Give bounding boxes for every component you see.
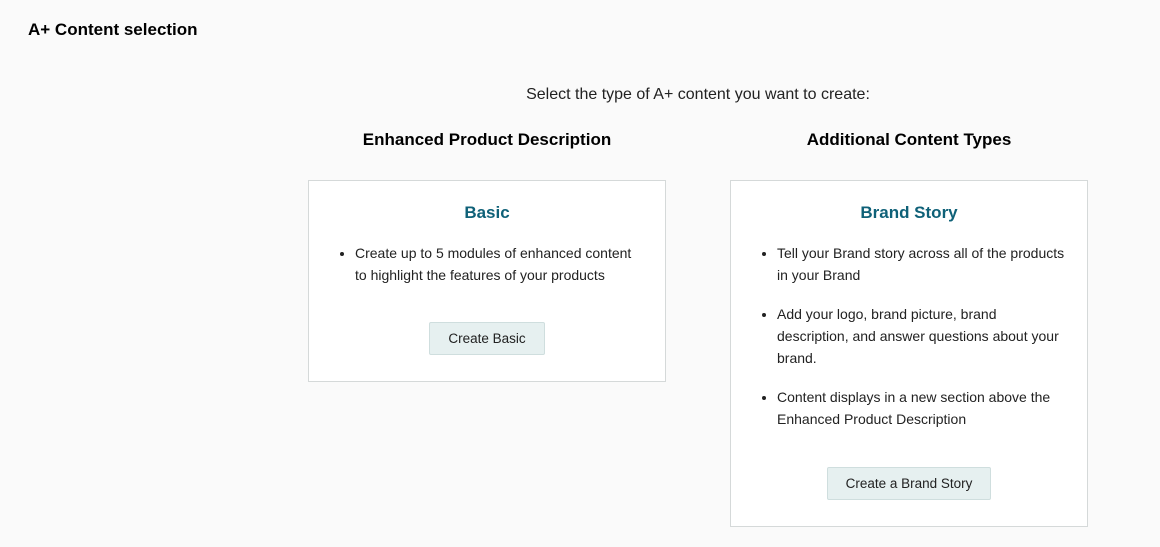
card-basic: Basic Create up to 5 modules of enhanced…: [308, 180, 666, 382]
bullet-list-brand-story: Tell your Brand story across all of the …: [753, 243, 1065, 431]
bullet-list-basic: Create up to 5 modules of enhanced conte…: [331, 243, 643, 286]
card-title-basic: Basic: [331, 203, 643, 223]
page-title: A+ Content selection: [28, 20, 1132, 40]
create-basic-button[interactable]: Create Basic: [429, 322, 544, 355]
create-brand-story-button[interactable]: Create a Brand Story: [827, 467, 992, 500]
column-enhanced-product-description: Enhanced Product Description Basic Creat…: [308, 130, 666, 527]
list-item: Content displays in a new section above …: [777, 387, 1065, 430]
page-subtitle: Select the type of A+ content you want t…: [308, 86, 1088, 104]
list-item: Create up to 5 modules of enhanced conte…: [355, 243, 643, 286]
list-item: Tell your Brand story across all of the …: [777, 243, 1065, 286]
column-additional-content-types: Additional Content Types Brand Story Tel…: [730, 130, 1088, 527]
column-heading-right: Additional Content Types: [730, 130, 1088, 150]
content-columns: Enhanced Product Description Basic Creat…: [308, 130, 1088, 527]
card-brand-story: Brand Story Tell your Brand story across…: [730, 180, 1088, 527]
list-item: Add your logo, brand picture, brand desc…: [777, 304, 1065, 369]
card-title-brand-story: Brand Story: [753, 203, 1065, 223]
column-heading-left: Enhanced Product Description: [308, 130, 666, 150]
